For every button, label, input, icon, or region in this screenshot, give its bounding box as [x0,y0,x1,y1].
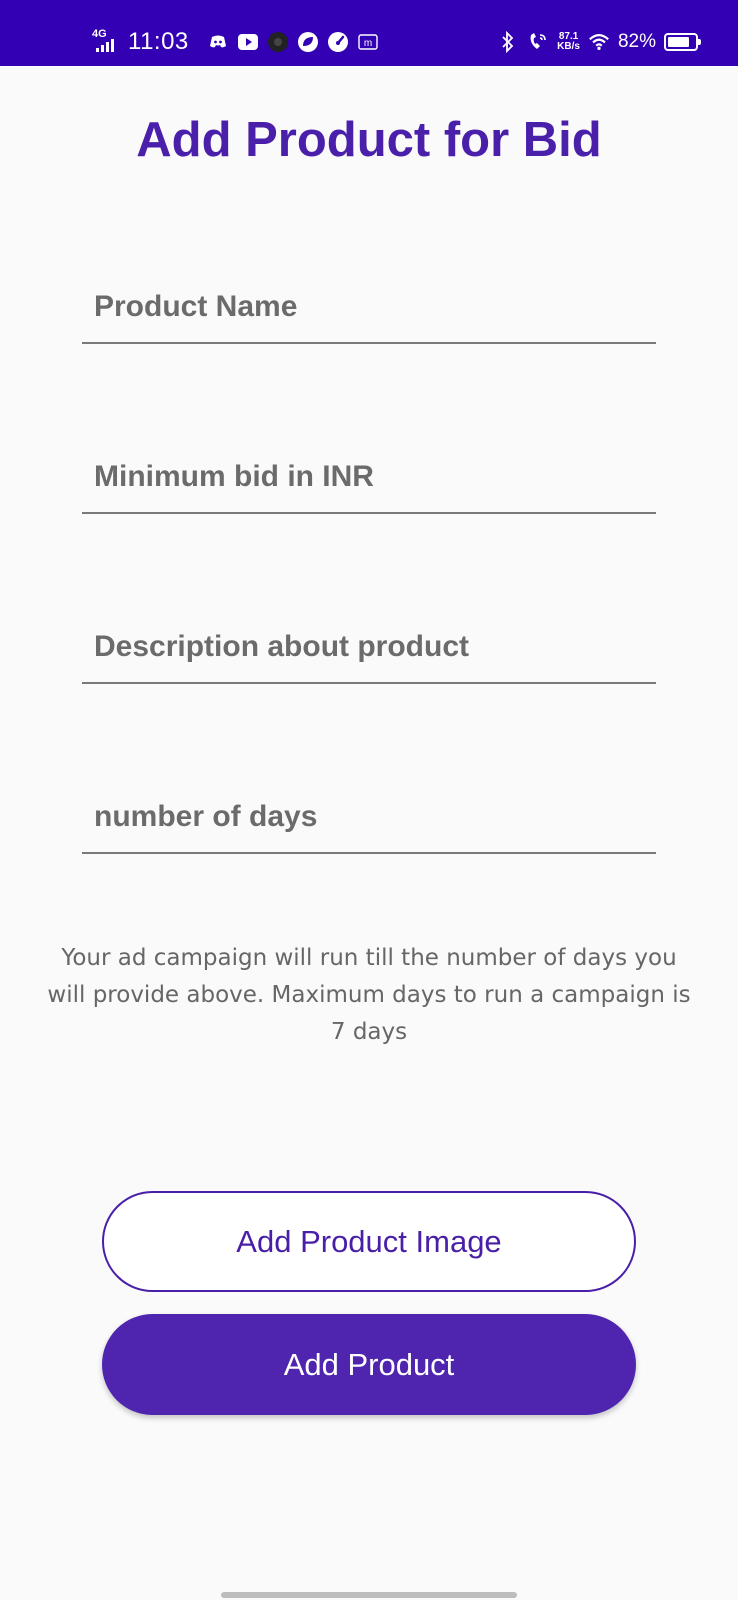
product-name-input[interactable] [92,274,646,340]
page-title: Add Product for Bid [136,113,602,167]
cellular-signal-icon: 4G [92,28,118,56]
product-name-field-container [82,274,656,344]
days-field-container [82,784,656,854]
youtube-icon [237,31,259,53]
status-bar: 4G 11:03 m 87.1 KB/s 82% [0,0,738,66]
leaf-icon [297,31,319,53]
svg-text:m: m [364,38,372,49]
days-input[interactable] [92,784,646,850]
speedometer-icon [327,31,349,53]
battery-percentage: 82% [617,31,656,52]
min-bid-field-container [82,444,656,514]
bluetooth-icon [497,31,519,53]
home-indicator[interactable] [221,1592,517,1598]
wifi-icon [588,31,610,53]
network-speed-unit: KB/s [557,41,580,52]
description-field-container [82,614,656,684]
battery-icon [664,33,701,51]
min-bid-input[interactable] [92,444,646,510]
network-speed: 87.1 KB/s [557,32,580,52]
wifi-calling-icon [527,31,549,53]
m-app-icon: m [357,31,379,53]
discord-icon [207,31,229,53]
campaign-info-text: Your ad campaign will run till the numbe… [47,945,691,1045]
description-input[interactable] [92,614,646,680]
add-product-button[interactable]: Add Product [102,1314,636,1415]
status-bar-left: 4G 11:03 m [92,28,379,56]
circle-icon [267,31,289,53]
status-time: 11:03 [128,28,189,55]
status-bar-right: 87.1 KB/s 82% [497,28,701,56]
add-product-image-button[interactable]: Add Product Image [102,1191,636,1292]
